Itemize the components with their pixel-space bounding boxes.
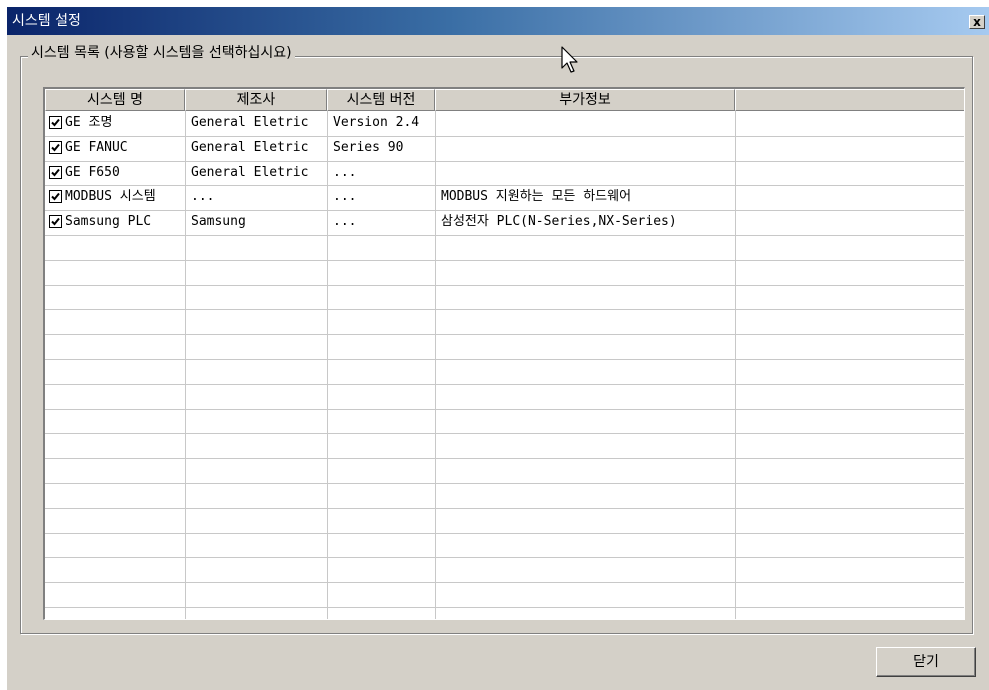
row-grid-line [45, 359, 964, 360]
cell-manufacturer: ... [191, 189, 215, 204]
row-grid-line [45, 508, 964, 509]
cell-manufacturer: Samsung [191, 214, 246, 229]
cell-system-name: Samsung PLC [65, 214, 152, 229]
column-header-system-version[interactable]: 시스템 버전 [327, 89, 435, 111]
cell-system-version: ... [333, 214, 357, 229]
column-header-system-name[interactable]: 시스템 명 [45, 89, 185, 111]
cell-system-name: GE 조명 [65, 115, 113, 130]
row-grid-line [45, 334, 964, 335]
cell-system-name: GE FANUC [65, 140, 128, 155]
table-row[interactable]: MODBUS 시스템...... MODBUS 지원하는 모든 하드웨어 [45, 185, 964, 209]
cell-manufacturer: General Eletric [191, 140, 309, 155]
title-bar[interactable]: 시스템 설정 x [7, 7, 989, 35]
row-grid-line [45, 533, 964, 534]
row-grid-line [45, 285, 964, 286]
row-grid-line [45, 384, 964, 385]
cell-system-name: GE F650 [65, 165, 120, 180]
cell-system-version: ... [333, 189, 357, 204]
row-grid-line [45, 433, 964, 434]
checkbox-checked-icon[interactable] [49, 190, 62, 203]
checkbox-checked-icon[interactable] [49, 141, 62, 154]
column-header-empty[interactable] [735, 89, 964, 111]
cell-system-version: Version 2.4 [333, 115, 420, 130]
cell-system-version: ... [333, 165, 357, 180]
row-grid-line [45, 582, 964, 583]
system-list-table[interactable]: 시스템 명 제조사 시스템 버전 부가정보 GE 조명 General Eletr… [43, 87, 965, 620]
table-row[interactable]: Samsung PLC Samsung... 삼성전자 PLC(N-Series,N… [45, 210, 964, 234]
column-header-manufacturer[interactable]: 제조사 [185, 89, 327, 111]
mouse-cursor-icon [561, 46, 578, 73]
system-list-group-label: 시스템 목록 (사용할 시스템을 선택하십시요) [28, 44, 295, 62]
table-row[interactable]: GE F650 General Eletric... [45, 161, 964, 185]
cell-system-name: MODBUS 시스템 [65, 189, 156, 204]
cell-additional-info: MODBUS 지원하는 모든 하드웨어 [441, 189, 632, 204]
cell-manufacturer: General Eletric [191, 165, 309, 180]
cell-additional-info: 삼성전자 PLC(N-Series,NX-Series) [441, 214, 677, 229]
table-row[interactable]: GE FANUC General Eletric Series 90 [45, 136, 964, 160]
row-grid-line [45, 409, 964, 410]
row-grid-line [45, 309, 964, 310]
close-icon[interactable]: x [969, 15, 985, 29]
cell-manufacturer: General Eletric [191, 115, 309, 130]
row-grid-line [45, 607, 964, 608]
cell-system-version: Series 90 [333, 140, 404, 155]
checkbox-checked-icon[interactable] [49, 166, 62, 179]
row-grid-line [45, 235, 964, 236]
checkbox-checked-icon[interactable] [49, 215, 62, 228]
close-button[interactable]: 닫기 [876, 647, 976, 677]
checkbox-checked-icon[interactable] [49, 116, 62, 129]
window-title: 시스템 설정 [12, 13, 81, 29]
column-header-additional-info[interactable]: 부가정보 [435, 89, 735, 111]
row-grid-line [45, 557, 964, 558]
table-row[interactable]: GE 조명 General Eletric Version 2.4 [45, 111, 964, 135]
row-grid-line [45, 260, 964, 261]
row-grid-line [45, 483, 964, 484]
row-grid-line [45, 458, 964, 459]
